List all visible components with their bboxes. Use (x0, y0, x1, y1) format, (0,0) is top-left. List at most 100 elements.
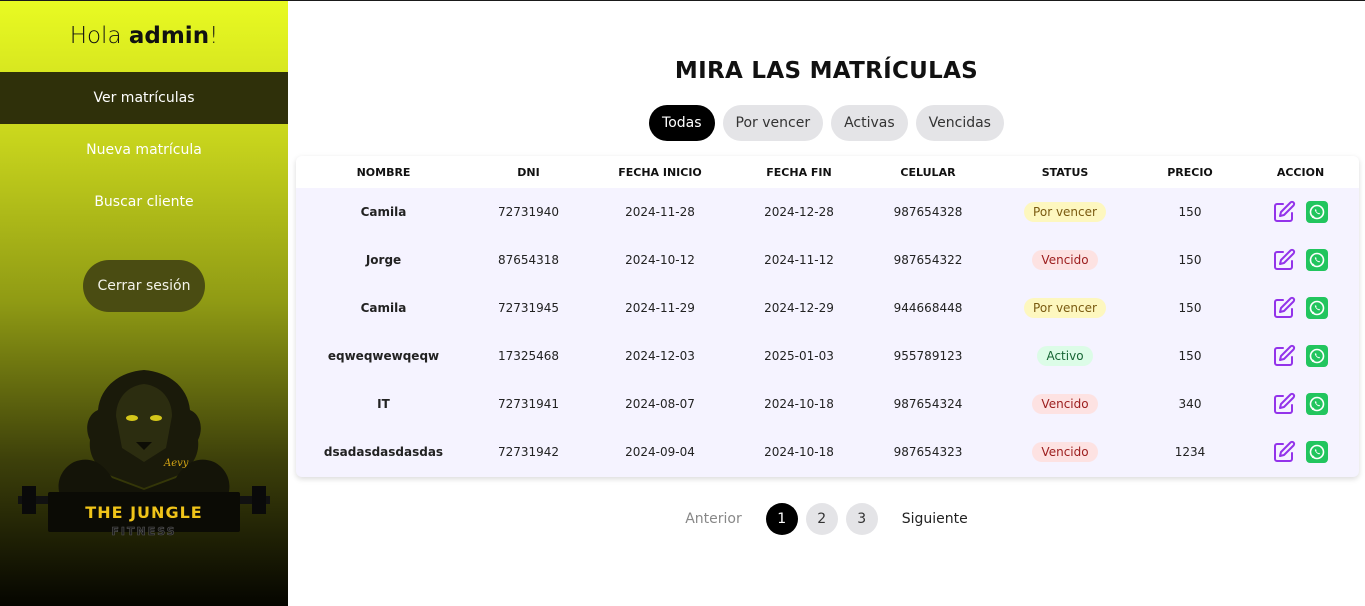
header-fecha-inicio: FECHA INICIO (618, 165, 702, 179)
actions-cell (1242, 440, 1359, 464)
fecha-fin-cell: 2025-01-03 (764, 349, 834, 363)
precio-cell: 150 (1178, 349, 1202, 363)
whatsapp-icon[interactable] (1305, 440, 1329, 464)
fecha-fin-cell: 2024-12-29 (764, 301, 834, 315)
celular-cell: 987654328 (893, 205, 963, 219)
whatsapp-icon[interactable] (1305, 248, 1329, 272)
fecha-fin-cell: 2024-11-12 (764, 253, 834, 267)
whatsapp-icon[interactable] (1305, 296, 1329, 320)
celular-cell: 955789123 (893, 349, 963, 363)
top-border (0, 0, 1365, 1)
dni-cell: 87654318 (497, 253, 560, 267)
status-badge: Vencido (1032, 442, 1098, 462)
logout-button[interactable]: Cerrar sesión (83, 260, 205, 312)
fecha-fin-cell: 2024-10-18 (764, 397, 834, 411)
edit-icon[interactable] (1272, 200, 1296, 224)
precio-cell: 150 (1178, 253, 1202, 267)
dni-cell: 17325468 (497, 349, 560, 363)
table-row: Camila 72731945 2024-11-29 2024-12-29 944668… (296, 284, 1359, 332)
table-row: dsadasdasdasdas 72731942 2024-09-04 2024-10… (296, 428, 1359, 476)
nombre-cell: Camila (360, 205, 407, 219)
edit-icon[interactable] (1272, 392, 1296, 416)
greeting-prefix: Hola (69, 23, 122, 49)
svg-text:Aevy: Aevy (163, 458, 189, 469)
edit-icon[interactable] (1272, 248, 1296, 272)
header-nombre: NOMBRE (356, 165, 411, 179)
actions-cell (1242, 344, 1359, 368)
main-content: MIRA LAS MATRÍCULAS Todas Por vencer Act… (288, 0, 1365, 606)
table-row: Camila 72731940 2024-11-28 2024-12-28 987654… (296, 188, 1359, 236)
nombre-cell: eqweqwewqeqw (327, 349, 440, 363)
actions-cell (1242, 296, 1359, 320)
status-cell: Por vencer (992, 202, 1138, 222)
table-row: Jorge 87654318 2024-10-12 2024-11-12 9876543… (296, 236, 1359, 284)
fecha-inicio-cell: 2024-12-03 (625, 349, 695, 363)
logo-subtitle: FITNESS (111, 525, 177, 539)
sidebar-item-buscar-cliente[interactable]: Buscar cliente (0, 176, 288, 228)
nombre-cell: dsadasdasdasdas (323, 445, 444, 459)
greeting-username: admin (128, 23, 210, 49)
whatsapp-icon[interactable] (1305, 200, 1329, 224)
celular-cell: 944668448 (893, 301, 963, 315)
status-cell: Vencido (992, 394, 1138, 414)
logo-title: THE JUNGLE (85, 503, 203, 522)
fecha-inicio-cell: 2024-10-12 (625, 253, 695, 267)
status-cell: Activo (992, 346, 1138, 366)
celular-cell: 987654322 (893, 253, 963, 267)
fecha-inicio-cell: 2024-08-07 (625, 397, 695, 411)
fecha-inicio-cell: 2024-11-29 (625, 301, 695, 315)
edit-icon[interactable] (1272, 440, 1296, 464)
precio-cell: 150 (1178, 205, 1202, 219)
whatsapp-icon[interactable] (1305, 392, 1329, 416)
enrollments-table: NOMBRE DNI FECHA INICIO FECHA FIN CELULA… (296, 156, 1359, 477)
dni-cell: 72731945 (497, 301, 560, 315)
nombre-cell: Camila (360, 301, 407, 315)
status-badge: Vencido (1032, 394, 1098, 414)
table-row: eqweqwewqeqw 17325468 2024-12-03 2025-01-03… (296, 332, 1359, 380)
celular-cell: 987654323 (893, 445, 963, 459)
nombre-cell: IT (377, 397, 390, 411)
actions-cell (1242, 248, 1359, 272)
celular-cell: 987654324 (893, 397, 963, 411)
dni-cell: 72731941 (497, 397, 560, 411)
greeting-suffix: ! (209, 23, 219, 49)
greeting: Hola admin! (0, 0, 288, 72)
page-1-button[interactable]: 1 (765, 503, 798, 535)
status-badge: Por vencer (1024, 202, 1106, 222)
page-2-button[interactable]: 2 (805, 503, 838, 535)
actions-cell (1242, 200, 1359, 224)
precio-cell: 340 (1178, 397, 1202, 411)
header-accion: ACCION (1276, 165, 1325, 179)
header-fecha-fin: FECHA FIN (766, 165, 832, 179)
whatsapp-icon[interactable] (1305, 344, 1329, 368)
header-dni: DNI (517, 165, 540, 179)
dni-cell: 72731940 (497, 205, 560, 219)
status-filter-group: Todas Por vencer Activas Vencidas (288, 105, 1365, 141)
fecha-inicio-cell: 2024-09-04 (625, 445, 695, 459)
filter-todas[interactable]: Todas (649, 105, 715, 141)
pagination-prev[interactable]: Anterior (685, 511, 742, 527)
sidebar-item-ver-matriculas[interactable]: Ver matrículas (0, 72, 288, 124)
dni-cell: 72731942 (497, 445, 560, 459)
filter-por-vencer[interactable]: Por vencer (722, 105, 824, 141)
fecha-inicio-cell: 2024-11-28 (625, 205, 695, 219)
nombre-cell: Jorge (365, 253, 402, 267)
table-row: IT 72731941 2024-08-07 2024-10-18 987654324 V… (296, 380, 1359, 428)
edit-icon[interactable] (1272, 344, 1296, 368)
page-3-button[interactable]: 3 (845, 503, 878, 535)
status-badge: Por vencer (1024, 298, 1106, 318)
pagination: Anterior 1 2 3 Siguiente (288, 503, 1365, 535)
status-badge: Vencido (1032, 250, 1098, 270)
fecha-fin-cell: 2024-12-28 (764, 205, 834, 219)
sidebar: Hola admin! Ver matrículas Nueva matrícu… (0, 0, 288, 606)
sidebar-item-nueva-matricula[interactable]: Nueva matrícula (0, 124, 288, 176)
edit-icon[interactable] (1272, 296, 1296, 320)
filter-activas[interactable]: Activas (831, 105, 908, 141)
actions-cell (1242, 392, 1359, 416)
pagination-next[interactable]: Siguiente (902, 511, 968, 527)
header-precio: PRECIO (1167, 165, 1213, 179)
table-header: NOMBRE DNI FECHA INICIO FECHA FIN CELULA… (296, 156, 1359, 188)
header-celular: CELULAR (900, 165, 956, 179)
filter-vencidas[interactable]: Vencidas (915, 105, 1004, 141)
status-cell: Por vencer (992, 298, 1138, 318)
